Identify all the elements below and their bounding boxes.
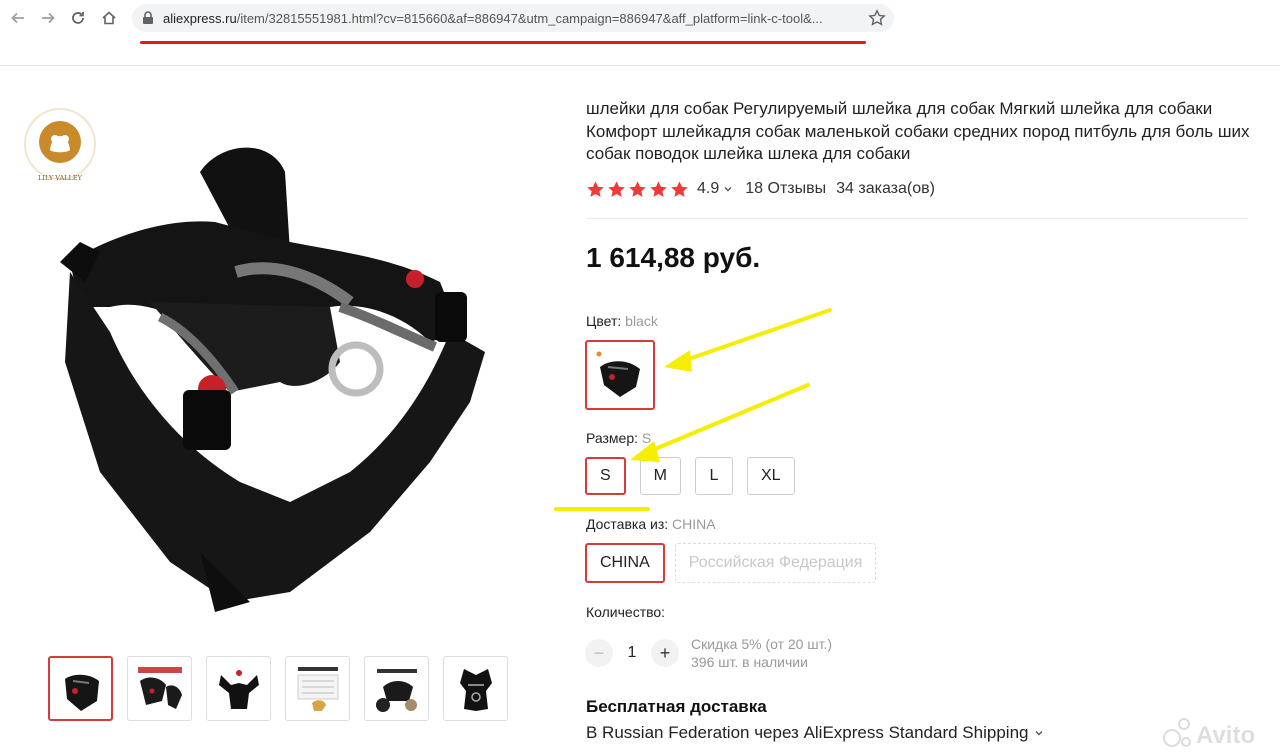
size-option-xl[interactable]: XL [747, 457, 795, 495]
quantity-stepper: − 1 + Скидка 5% (от 20 шт.) 396 шт. в на… [585, 635, 832, 671]
address-bar[interactable]: aliexpress.ru/item/32815551981.html?cv=8… [132, 4, 894, 32]
thumbnail-6[interactable] [443, 656, 508, 721]
product-title: шлейки для собак Регулируемый шлейка для… [586, 99, 1250, 163]
forward-icon[interactable] [36, 6, 60, 30]
free-shipping-title: Бесплатная доставка [586, 697, 767, 716]
thumbnail-1[interactable] [48, 656, 113, 721]
url-annotation-underline [140, 41, 866, 44]
product-price: 1 614,88 руб. [586, 242, 761, 273]
quantity-value[interactable]: 1 [613, 644, 651, 662]
shipping-method[interactable]: В Russian Federation через AliExpress St… [586, 723, 1044, 743]
star-icon [608, 180, 625, 197]
star-icon [587, 180, 604, 197]
bookmark-star-icon[interactable] [868, 9, 886, 27]
product-main-image[interactable] [40, 132, 510, 622]
color-label: Цвет: black [586, 313, 658, 329]
ship-option-russia[interactable]: Российская Федерация [674, 543, 877, 583]
chevron-down-icon[interactable] [1034, 728, 1044, 738]
size-option-s[interactable]: S [585, 457, 626, 495]
url-path: /item/32815551981.html?cv=815660&af=8869… [236, 11, 823, 26]
quantity-label: Количество: [586, 604, 666, 620]
size-label: Размер: S [586, 430, 651, 446]
size-options: S M L XL [585, 457, 795, 495]
star-icon [650, 180, 667, 197]
star-icon [671, 180, 688, 197]
lock-icon [143, 11, 153, 24]
avito-watermark-logo: Avito [1163, 718, 1255, 749]
watermark-text: Avito [1196, 722, 1255, 749]
thumbnail-4[interactable] [285, 656, 350, 721]
ship-from-label-text: Доставка из: [586, 516, 669, 532]
back-icon[interactable] [6, 6, 30, 30]
size-value: S [641, 430, 652, 446]
thumbnail-3[interactable] [206, 656, 271, 721]
url-host: aliexpress.ru [163, 11, 237, 26]
thumbnail-5[interactable] [364, 656, 429, 721]
size-annotation-underline [554, 507, 650, 511]
ship-from-value: CHINA [672, 516, 716, 532]
bulk-discount: Скидка 5% (от 20 шт.) [691, 636, 833, 652]
url-text: aliexpress.ru/item/32815551981.html?cv=8… [163, 11, 863, 26]
quantity-minus-button[interactable]: − [585, 639, 613, 667]
size-option-m[interactable]: M [639, 457, 681, 495]
color-label-text: Цвет: [586, 313, 622, 329]
divider [586, 218, 1248, 219]
star-icon [629, 180, 646, 197]
stock-count: 396 шт. в наличии [691, 654, 808, 670]
browser-toolbar: aliexpress.ru/item/32815551981.html?cv=8… [0, 0, 1280, 66]
color-option-black[interactable] [585, 340, 655, 410]
home-icon[interactable] [97, 6, 121, 30]
size-label-text: Размер: [586, 430, 639, 446]
rating-value[interactable]: 4.9 [697, 180, 719, 198]
thumbnail-2[interactable] [127, 656, 192, 721]
rating-stars [586, 180, 689, 199]
annotation-arrow-size [630, 383, 810, 462]
quantity-plus-button[interactable]: + [651, 639, 679, 667]
rating-row: 4.9 18 Отзывы 34 заказа(ов) [586, 178, 935, 200]
page: aliexpress.ru/item/32815551981.html?cv=8… [0, 0, 1280, 756]
size-option-l[interactable]: L [695, 457, 733, 495]
reviews-link[interactable]: 18 Отзывы [745, 180, 826, 198]
orders-count: 34 заказа(ов) [836, 180, 935, 197]
ship-option-china[interactable]: CHINA [585, 543, 665, 583]
shipping-method-text: В Russian Federation через AliExpress St… [586, 723, 1029, 742]
color-value: black [625, 313, 658, 329]
chevron-down-icon[interactable] [723, 184, 733, 194]
ship-from-label: Доставка из: CHINA [586, 516, 716, 532]
reload-icon[interactable] [66, 6, 90, 30]
annotation-arrow-color [664, 308, 832, 372]
ship-from-options: CHINA Российская Федерация [585, 543, 877, 583]
quantity-info: Скидка 5% (от 20 шт.) 396 шт. в наличии [691, 635, 832, 671]
thumbnail-strip [48, 656, 508, 721]
